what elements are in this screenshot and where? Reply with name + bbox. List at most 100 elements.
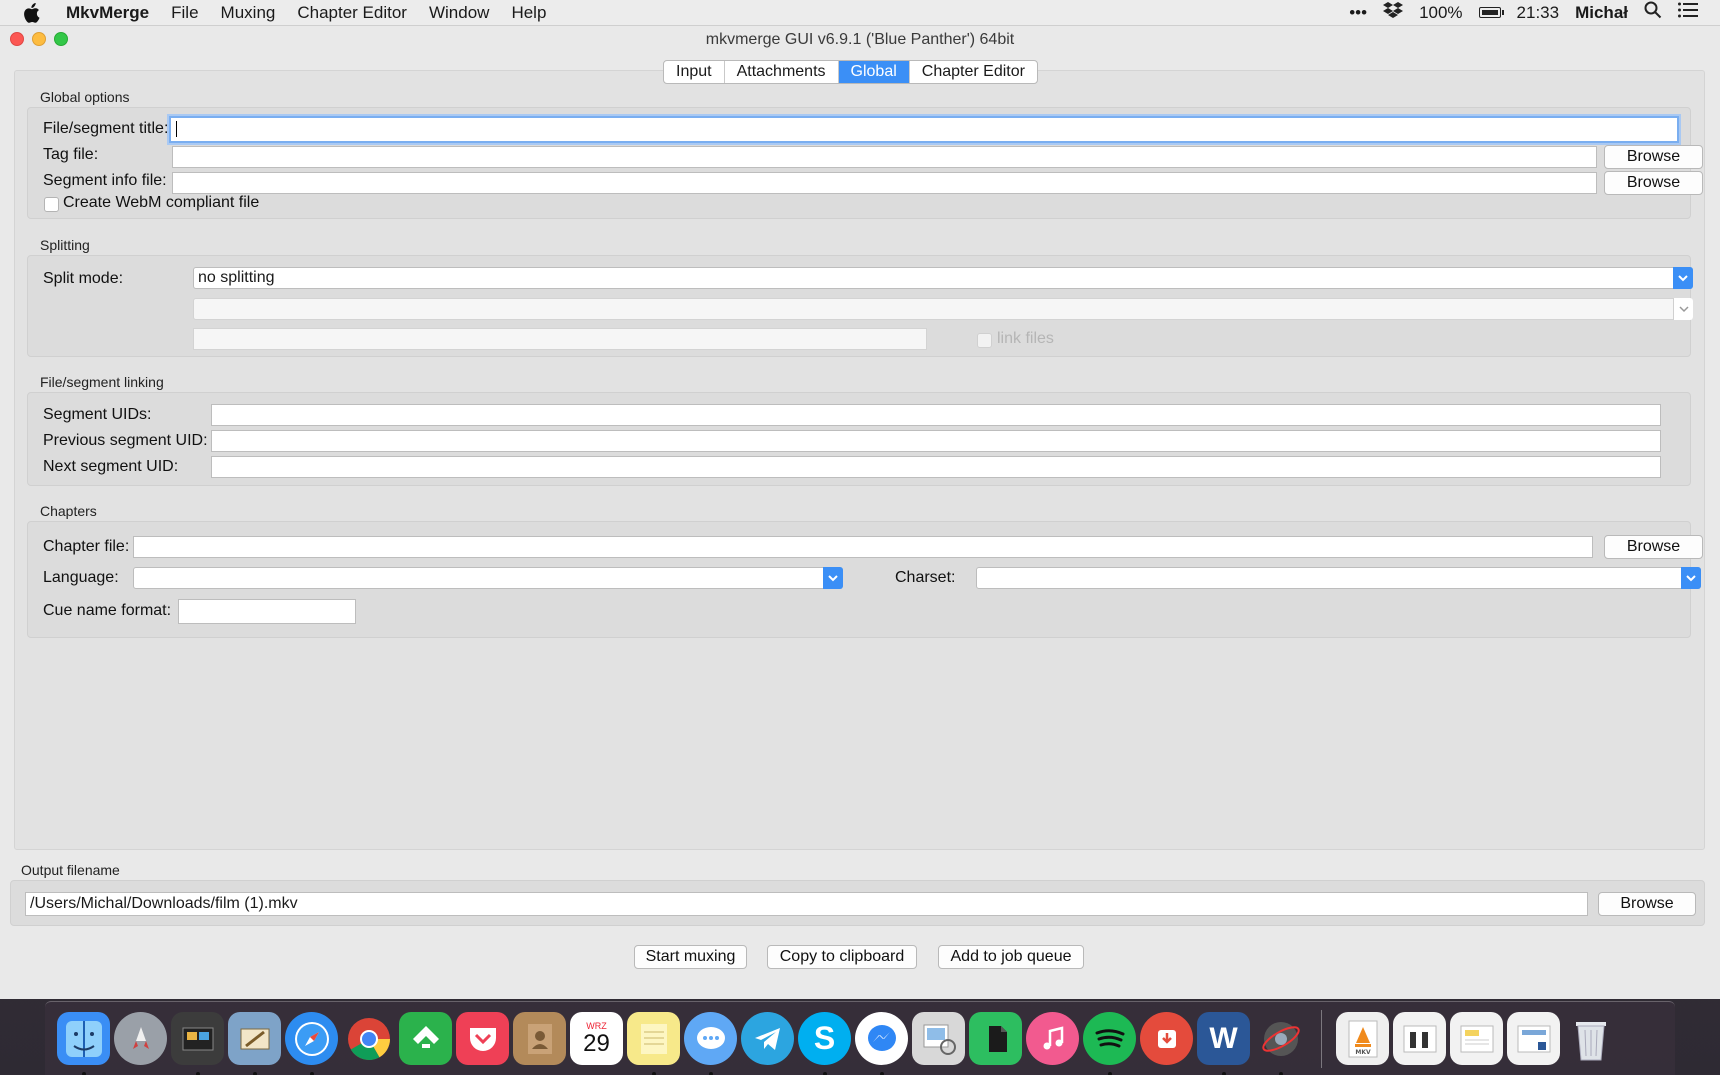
spotify-icon[interactable] [1083,1012,1136,1075]
global-options-group: File/segment title: Tag file: Browse Seg… [27,107,1703,219]
tab-input[interactable]: Input [664,61,725,83]
safari-icon[interactable] [285,1012,338,1075]
calendar-icon[interactable]: WRZ 29 [570,1012,623,1065]
tag-file-browse-button[interactable]: Browse [1604,145,1703,169]
telegram-icon[interactable] [741,1012,794,1065]
start-muxing-button[interactable]: Start muxing [634,945,747,969]
battery-icon[interactable] [1478,7,1504,18]
chrome-icon[interactable] [342,1012,395,1065]
chapter-file-browse-button[interactable]: Browse [1604,535,1703,559]
tab-chapter-editor[interactable]: Chapter Editor [910,61,1037,83]
calendar-day: 29 [583,1029,610,1057]
splitting-group: Split mode: no splitting link files [27,255,1693,357]
chevron-down-icon [1673,298,1693,320]
skype-icon[interactable]: S [798,1012,851,1075]
prev-segment-uid-input[interactable] [211,430,1661,452]
language-select[interactable] [133,567,843,589]
photo-booth-icon[interactable] [171,1012,224,1075]
clock[interactable]: 21:33 [1517,3,1560,23]
chapter-file-label: Chapter file: [43,538,130,555]
next-segment-uid-input[interactable] [211,456,1661,478]
feedly-icon[interactable] [399,1012,452,1065]
output-filename-input[interactable]: /Users/Michal/Downloads/film (1).mkv [25,892,1588,916]
mail-icon[interactable] [228,1012,281,1075]
segment-uids-input[interactable] [211,404,1661,426]
webm-label: Create WebM compliant file [63,194,260,211]
split-value-select[interactable] [193,298,1693,320]
minimize-window-button[interactable] [32,32,46,46]
charset-label: Charset: [895,569,956,586]
linking-title: File/segment linking [40,374,164,390]
output-group: /Users/Michal/Downloads/film (1).mkv Bro… [10,880,1705,926]
dock: WRZ 29 S W MKV [45,1001,1675,1075]
window-title: mkvmerge GUI v6.9.1 ('Blue Panther') 64b… [705,31,1015,48]
main-tabs: Input Attachments Global Chapter Editor [663,60,1038,84]
notes-icon[interactable] [627,1012,680,1075]
splitting-title: Splitting [40,237,90,253]
contacts-icon[interactable] [513,1012,566,1065]
dock-separator [1321,1009,1322,1068]
mkvmerge-window: mkvmerge GUI v6.9.1 ('Blue Panther') 64b… [0,26,1720,999]
battery-percent: 100% [1419,2,1463,22]
cue-name-format-label: Cue name format: [43,602,172,619]
more-status-icon[interactable]: ••• [1349,3,1367,23]
zoom-window-button[interactable] [54,32,68,46]
link-files-label: link files [997,330,1054,347]
next-segment-uid-label: Next segment UID: [43,458,179,475]
segment-title-input[interactable] [169,116,1679,143]
max-files-input[interactable] [193,328,927,350]
pocket-icon[interactable] [456,1012,509,1065]
menu-muxing[interactable]: Muxing [221,3,276,23]
window-titlebar: mkvmerge GUI v6.9.1 ('Blue Panther') 64b… [0,26,1720,54]
segment-info-input[interactable] [172,172,1597,194]
language-label: Language: [43,569,119,586]
document-icon[interactable] [1450,1012,1503,1065]
prev-segment-uid-label: Previous segment UID: [43,432,208,449]
chevron-down-icon [823,567,843,589]
split-mode-select[interactable]: no splitting [193,267,1693,289]
mkv-document-icon[interactable]: MKV [1336,1012,1389,1065]
segment-title-label: File/segment title: [43,120,169,137]
cue-name-format-input[interactable] [178,599,356,624]
launchpad-icon[interactable] [114,1012,167,1065]
downloader-icon[interactable] [1140,1012,1193,1065]
menu-window[interactable]: Window [429,3,489,23]
itunes-icon[interactable] [1026,1012,1079,1065]
chevron-down-icon [1681,567,1701,589]
chapter-file-input[interactable] [133,536,1593,558]
document-icon[interactable] [1393,1012,1446,1065]
trash-icon[interactable] [1564,1012,1617,1065]
add-to-job-queue-button[interactable]: Add to job queue [938,945,1084,969]
linking-group: Segment UIDs: Previous segment UID: Next… [27,392,1691,486]
preview-icon[interactable] [912,1012,965,1065]
output-browse-button[interactable]: Browse [1598,892,1696,916]
messages-icon[interactable] [684,1012,737,1075]
dropbox-icon[interactable] [1383,1,1404,24]
evernote-icon[interactable] [969,1012,1022,1065]
spotlight-search-icon[interactable] [1644,1,1662,24]
webm-checkbox[interactable] [44,197,59,212]
copy-to-clipboard-button[interactable]: Copy to clipboard [767,945,917,969]
notification-center-icon[interactable] [1678,2,1698,23]
document-icon[interactable] [1507,1012,1560,1065]
segment-uids-label: Segment UIDs: [43,406,152,423]
chapters-title: Chapters [40,503,97,519]
user-menu[interactable]: Michał [1575,3,1628,23]
menu-help[interactable]: Help [511,3,546,23]
app-icon[interactable] [1254,1012,1307,1075]
apple-icon[interactable] [22,2,52,23]
chevron-down-icon [1673,267,1693,289]
word-icon[interactable]: W [1197,1012,1250,1075]
tab-attachments[interactable]: Attachments [725,61,839,83]
tab-global[interactable]: Global [838,61,910,83]
segment-info-browse-button[interactable]: Browse [1604,171,1703,195]
charset-select[interactable] [976,567,1701,589]
messenger-icon[interactable] [855,1012,908,1075]
finder-icon[interactable] [57,1012,110,1075]
close-window-button[interactable] [10,32,24,46]
tag-file-input[interactable] [172,146,1597,168]
menu-app-name[interactable]: MkvMerge [66,3,149,23]
menu-file[interactable]: File [171,3,198,23]
link-files-checkbox[interactable] [977,333,992,348]
menu-chapter-editor[interactable]: Chapter Editor [297,3,407,23]
